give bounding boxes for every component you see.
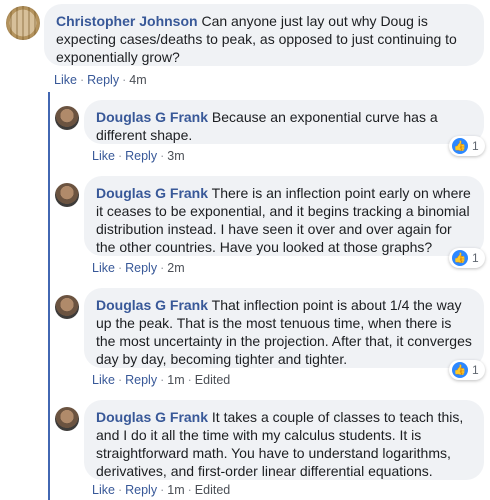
reply-actions: Like · Reply · 1m · Edited [92,483,230,497]
like-button[interactable]: Like [92,261,115,275]
thread-line [48,92,50,500]
separator: · [79,73,85,87]
like-button[interactable]: Like [54,73,77,87]
edited-label[interactable]: Edited [195,373,230,387]
timestamp[interactable]: 3m [167,149,184,163]
like-button[interactable]: Like [92,373,115,387]
timestamp[interactable]: 2m [167,261,184,275]
reply-button[interactable]: Reply [125,149,157,163]
reply-author[interactable]: Douglas G Frank [96,109,208,125]
reply-button[interactable]: Reply [125,483,157,497]
timestamp[interactable]: 1m [167,373,184,387]
separator: · [122,73,127,87]
timestamp[interactable]: 1m [167,483,184,497]
avatar[interactable] [55,106,79,130]
separator: · [117,261,123,275]
comment-author[interactable]: Christopher Johnson [56,13,198,29]
reply-author[interactable]: Douglas G Frank [96,409,208,425]
reaction-count[interactable]: 👍 1 [449,360,485,380]
separator: · [160,261,165,275]
thumbs-up-icon: 👍 [452,362,468,378]
avatar[interactable] [55,295,79,319]
edited-label[interactable]: Edited [195,483,230,497]
comment-bubble: Christopher Johnson Can anyone just lay … [44,4,484,66]
reply-bubble: Douglas G Frank It takes a couple of cla… [84,400,484,480]
like-button[interactable]: Like [92,149,115,163]
avatar[interactable] [55,183,79,207]
separator: · [160,483,165,497]
reply-button[interactable]: Reply [125,261,157,275]
thumbs-up-icon: 👍 [452,138,468,154]
reply-author[interactable]: Douglas G Frank [96,185,208,201]
thumbs-up-icon: 👍 [452,250,468,266]
separator: · [160,373,165,387]
reply-actions: Like · Reply · 2m [92,261,185,275]
separator: · [117,373,123,387]
separator: · [160,149,165,163]
reply-author[interactable]: Douglas G Frank [96,297,208,313]
comment-actions: Like · Reply · 4m [54,73,147,87]
reaction-count[interactable]: 👍 1 [449,248,485,268]
reply-bubble: Douglas G Frank Because an exponential c… [84,100,484,144]
separator: · [187,373,192,387]
separator: · [117,149,123,163]
reply-actions: Like · Reply · 1m · Edited [92,373,230,387]
avatar[interactable] [55,407,79,431]
reply-button[interactable]: Reply [125,373,157,387]
reply-bubble: Douglas G Frank That inflection point is… [84,288,484,368]
reply-button[interactable]: Reply [87,73,119,87]
reply-bubble: Douglas G Frank There is an inflection p… [84,176,484,256]
reaction-count[interactable]: 👍 1 [449,136,485,156]
separator: · [117,483,123,497]
avatar[interactable] [6,6,40,40]
timestamp[interactable]: 4m [129,73,146,87]
reply-actions: Like · Reply · 3m [92,149,185,163]
separator: · [187,483,192,497]
like-button[interactable]: Like [92,483,115,497]
